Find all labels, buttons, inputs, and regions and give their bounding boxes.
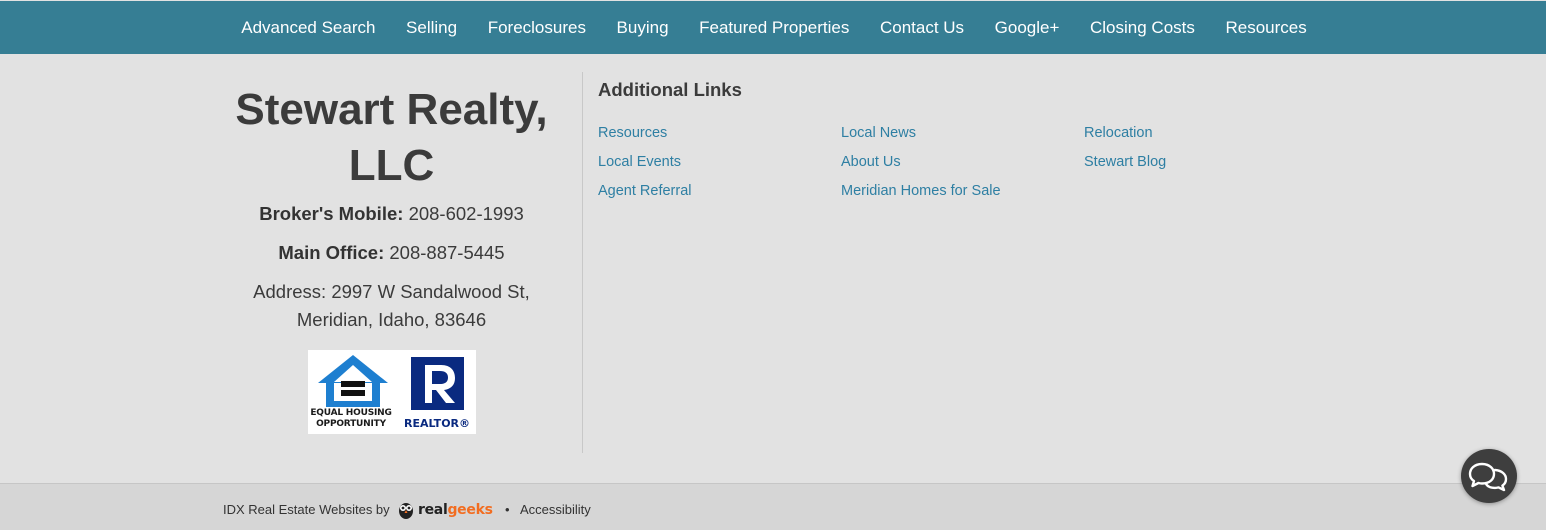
nav-item-contact-us[interactable]: Contact Us [865,18,980,38]
link-about-us[interactable]: About Us [841,148,1001,177]
links-column-3: Relocation Stewart Blog [1084,119,1166,177]
equal-housing-icon [318,355,388,407]
footer-separator: • [505,502,510,517]
link-resources[interactable]: Resources [598,119,692,148]
equal-housing-line-2: OPPORTUNITY [316,419,386,429]
link-stewart-blog[interactable]: Stewart Blog [1084,148,1166,177]
chat-button[interactable] [1461,449,1517,503]
nav-item-advanced-search[interactable]: Advanced Search [226,18,391,38]
nav-item-foreclosures[interactable]: Foreclosures [472,18,601,38]
equal-housing-text: EQUAL HOUSING OPPORTUNITY [308,408,394,430]
address: Address: 2997 W Sandalwood St, Meridian,… [200,278,583,334]
nav-item-buying[interactable]: Buying [601,18,684,38]
realgeeks-owl-icon [399,503,413,519]
nav-item-closing-costs[interactable]: Closing Costs [1075,18,1210,38]
nav-item-resources[interactable]: Resources [1210,18,1322,38]
broker-mobile-label: Broker's Mobile: [259,203,404,224]
realgeeks-logo-link[interactable]: realgeeks [398,500,493,520]
chat-bubbles-icon [1468,462,1508,492]
top-navigation: Advanced Search Selling Foreclosures Buy… [0,1,1546,54]
nav-item-google-plus[interactable]: Google+ [979,18,1074,38]
links-column-2: Local News About Us Meridian Homes for S… [841,119,1001,206]
column-divider [582,72,583,453]
broker-mobile-value: 208-602-1993 [408,203,524,224]
additional-links-heading: Additional Links [598,79,742,100]
links-column-1: Resources Local Events Agent Referral [598,119,692,206]
main-office-value: 208-887-5445 [389,242,505,263]
nav-item-selling[interactable]: Selling [391,18,473,38]
company-name: Stewart Realty, LLC [235,85,548,190]
link-agent-referral[interactable]: Agent Referral [598,177,692,206]
nav-item-featured-properties[interactable]: Featured Properties [684,18,865,38]
main-office: Main Office: 208-887-5445 [200,239,583,267]
equal-housing-line-1: EQUAL HOUSING [310,408,392,418]
main-office-label: Main Office: [278,242,385,263]
link-meridian-homes[interactable]: Meridian Homes for Sale [841,177,1001,206]
brand-geeks: geeks [447,502,493,518]
link-local-events[interactable]: Local Events [598,148,692,177]
idx-credit-text: IDX Real Estate Websites by [223,502,390,517]
address-line-2: Meridian, Idaho, 83646 [296,309,487,330]
realtor-r-icon [411,357,464,410]
address-line-1: Address: 2997 W Sandalwood St, [253,281,530,302]
company-info: Stewart Realty, LLC Broker's Mobile: 208… [200,80,583,334]
brand-real: real [418,502,448,518]
compliance-badges: EQUAL HOUSING OPPORTUNITY REALTOR® [308,350,476,434]
link-relocation[interactable]: Relocation [1084,119,1166,148]
realgeeks-wordmark: realgeeks [418,502,493,518]
accessibility-link[interactable]: Accessibility [520,502,591,517]
site-footer: IDX Real Estate Websites by realgeeks • … [0,483,1546,530]
realtor-text: REALTOR® [404,417,471,430]
link-local-news[interactable]: Local News [841,119,1001,148]
broker-mobile: Broker's Mobile: 208-602-1993 [200,200,583,228]
